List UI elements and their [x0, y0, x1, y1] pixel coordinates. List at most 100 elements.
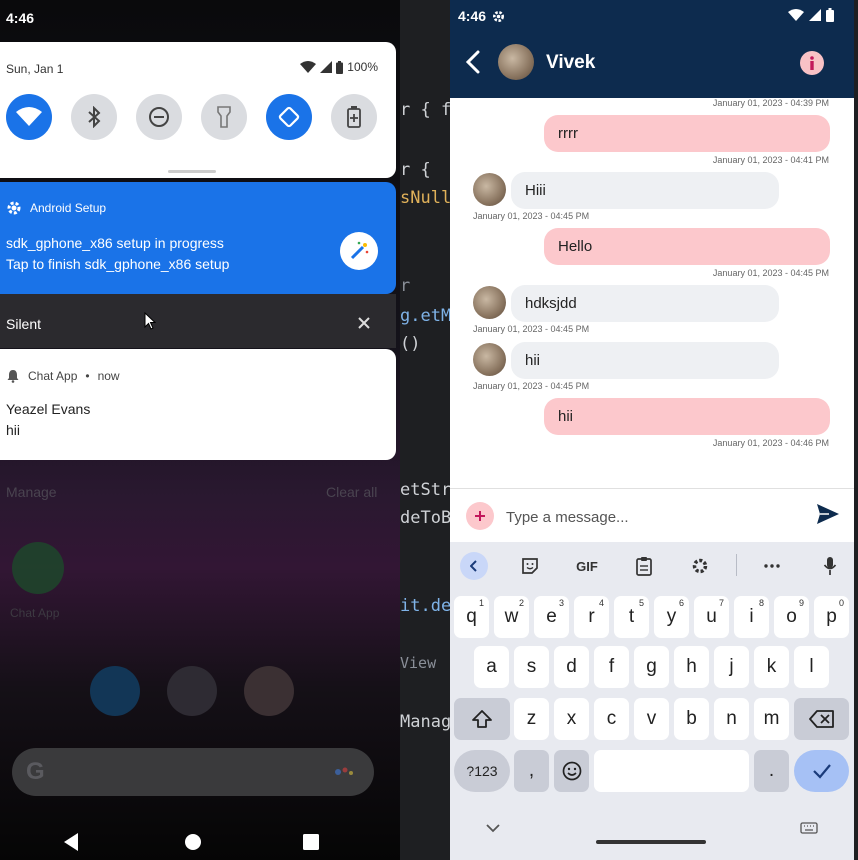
- plus-icon: [475, 511, 485, 521]
- chat-notification-header: Chat App • now: [6, 369, 120, 383]
- voice-input-button[interactable]: [818, 554, 842, 578]
- backspace-key[interactable]: [794, 698, 849, 740]
- key-c[interactable]: c: [594, 698, 629, 740]
- chat-app-notification[interactable]: Chat App • now Yeazel Evans hii: [0, 349, 396, 460]
- key-s[interactable]: s: [514, 646, 549, 688]
- key-e[interactable]: e3: [534, 596, 569, 638]
- key-m[interactable]: m: [754, 698, 789, 740]
- keyboard-settings-button[interactable]: [688, 554, 712, 578]
- key-u[interactable]: u7: [694, 596, 729, 638]
- send-icon[interactable]: [816, 503, 840, 525]
- add-attachment-button[interactable]: [466, 502, 494, 530]
- clipboard-button[interactable]: [632, 554, 656, 578]
- received-message-bubble[interactable]: Hiii: [511, 172, 779, 209]
- code-fragment: Manag: [400, 712, 450, 732]
- key-q[interactable]: q1: [454, 596, 489, 638]
- silent-label: Silent: [6, 316, 42, 332]
- message-timestamp: January 01, 2023 - 04:39 PM: [712, 98, 829, 108]
- messages-app-icon[interactable]: [90, 666, 140, 716]
- enter-key[interactable]: [794, 750, 849, 792]
- hide-keyboard-icon[interactable]: [486, 824, 500, 833]
- google-search-bar[interactable]: G: [12, 748, 374, 796]
- key-t[interactable]: t5: [614, 596, 649, 638]
- battery-icon: [826, 8, 834, 22]
- key-a[interactable]: a: [474, 646, 509, 688]
- sent-message-bubble[interactable]: hii: [544, 398, 830, 435]
- message-input[interactable]: [506, 505, 796, 529]
- period-key[interactable]: .: [754, 750, 789, 792]
- google-g-icon: G: [26, 758, 45, 785]
- qs-drag-handle[interactable]: [168, 170, 216, 173]
- more-options-button[interactable]: [760, 554, 784, 578]
- shift-key[interactable]: [454, 698, 510, 740]
- qs-flashlight-tile[interactable]: [201, 94, 247, 140]
- play-store-icon[interactable]: [167, 666, 217, 716]
- android-setup-notification[interactable]: Android Setup sdk_gphone_x86 setup in pr…: [0, 182, 396, 294]
- qs-date: Sun, Jan 1: [6, 62, 64, 76]
- chat-app-launcher-icon[interactable]: [12, 542, 64, 594]
- recents-nav-icon[interactable]: [302, 832, 320, 852]
- code-fragment: sNull: [400, 188, 450, 208]
- message-timestamp: January 01, 2023 - 04:41 PM: [712, 155, 829, 165]
- key-p[interactable]: p0: [814, 596, 849, 638]
- qs-wifi-tile[interactable]: [6, 94, 52, 140]
- qs-tiles: [6, 94, 377, 140]
- key-h[interactable]: h: [674, 646, 709, 688]
- contact-name[interactable]: Vivek: [546, 52, 595, 74]
- key-f[interactable]: f: [594, 646, 629, 688]
- back-arrow-icon[interactable]: [466, 50, 480, 74]
- qs-dnd-tile[interactable]: [136, 94, 182, 140]
- emoji-icon: [562, 761, 581, 781]
- qs-bluetooth-tile[interactable]: [71, 94, 117, 140]
- info-button[interactable]: [800, 51, 824, 75]
- clear-all-link[interactable]: Clear all: [326, 484, 377, 500]
- sent-message-bubble[interactable]: rrrr: [544, 115, 830, 152]
- key-y[interactable]: y6: [654, 596, 689, 638]
- key-i[interactable]: i8: [734, 596, 769, 638]
- key-z[interactable]: z: [514, 698, 549, 740]
- key-l[interactable]: l: [794, 646, 829, 688]
- keyboard-switch-icon[interactable]: [800, 822, 818, 834]
- key-b[interactable]: b: [674, 698, 709, 740]
- assistant-icon[interactable]: [334, 766, 358, 778]
- key-o[interactable]: o9: [774, 596, 809, 638]
- code-fragment: etStr: [400, 480, 450, 500]
- chrome-icon[interactable]: [244, 666, 294, 716]
- key-g[interactable]: g: [634, 646, 669, 688]
- received-message-bubble[interactable]: hdksjdd: [511, 285, 779, 322]
- chat-notification-text: hii: [6, 422, 21, 438]
- more-horizontal-icon: [764, 564, 780, 568]
- qs-battery-saver-tile[interactable]: [331, 94, 377, 140]
- sticker-button[interactable]: [518, 554, 542, 578]
- sent-message-bubble[interactable]: Hello: [544, 228, 830, 265]
- battery-icon: [336, 60, 344, 74]
- contact-avatar[interactable]: [498, 44, 534, 80]
- qs-autorotate-tile[interactable]: [266, 94, 312, 140]
- key-w[interactable]: w2: [494, 596, 529, 638]
- code-fragment: g.etM: [400, 306, 450, 326]
- emoji-key[interactable]: [554, 750, 589, 792]
- symbols-key[interactable]: ?123: [454, 750, 510, 792]
- received-message-bubble[interactable]: hii: [511, 342, 779, 379]
- space-key[interactable]: [594, 750, 749, 792]
- back-nav-icon[interactable]: [62, 832, 80, 852]
- key-j[interactable]: j: [714, 646, 749, 688]
- comma-key[interactable]: ,: [514, 750, 549, 792]
- dismiss-silent-button[interactable]: [358, 313, 370, 334]
- gif-button[interactable]: GIF: [574, 554, 600, 578]
- key-k[interactable]: k: [754, 646, 789, 688]
- message-list[interactable]: January 01, 2023 - 04:39 PM rrrr January…: [450, 98, 854, 488]
- key-r[interactable]: r4: [574, 596, 609, 638]
- gesture-home-bar[interactable]: [596, 840, 706, 844]
- key-d[interactable]: d: [554, 646, 589, 688]
- chat-notification-time: now: [97, 369, 120, 383]
- key-v[interactable]: v: [634, 698, 669, 740]
- collapse-toolbar-button[interactable]: [460, 552, 488, 580]
- setup-line-2: Tap to finish sdk_gphone_x86 setup: [6, 256, 230, 272]
- manage-notifications-link[interactable]: Manage: [6, 484, 57, 500]
- home-nav-icon[interactable]: [184, 832, 202, 852]
- key-n[interactable]: n: [714, 698, 749, 740]
- close-icon: [358, 317, 370, 329]
- chat-app-phone: 4:46 Vivek January 01, 2023 - 04:39 PM r…: [450, 0, 854, 860]
- key-x[interactable]: x: [554, 698, 589, 740]
